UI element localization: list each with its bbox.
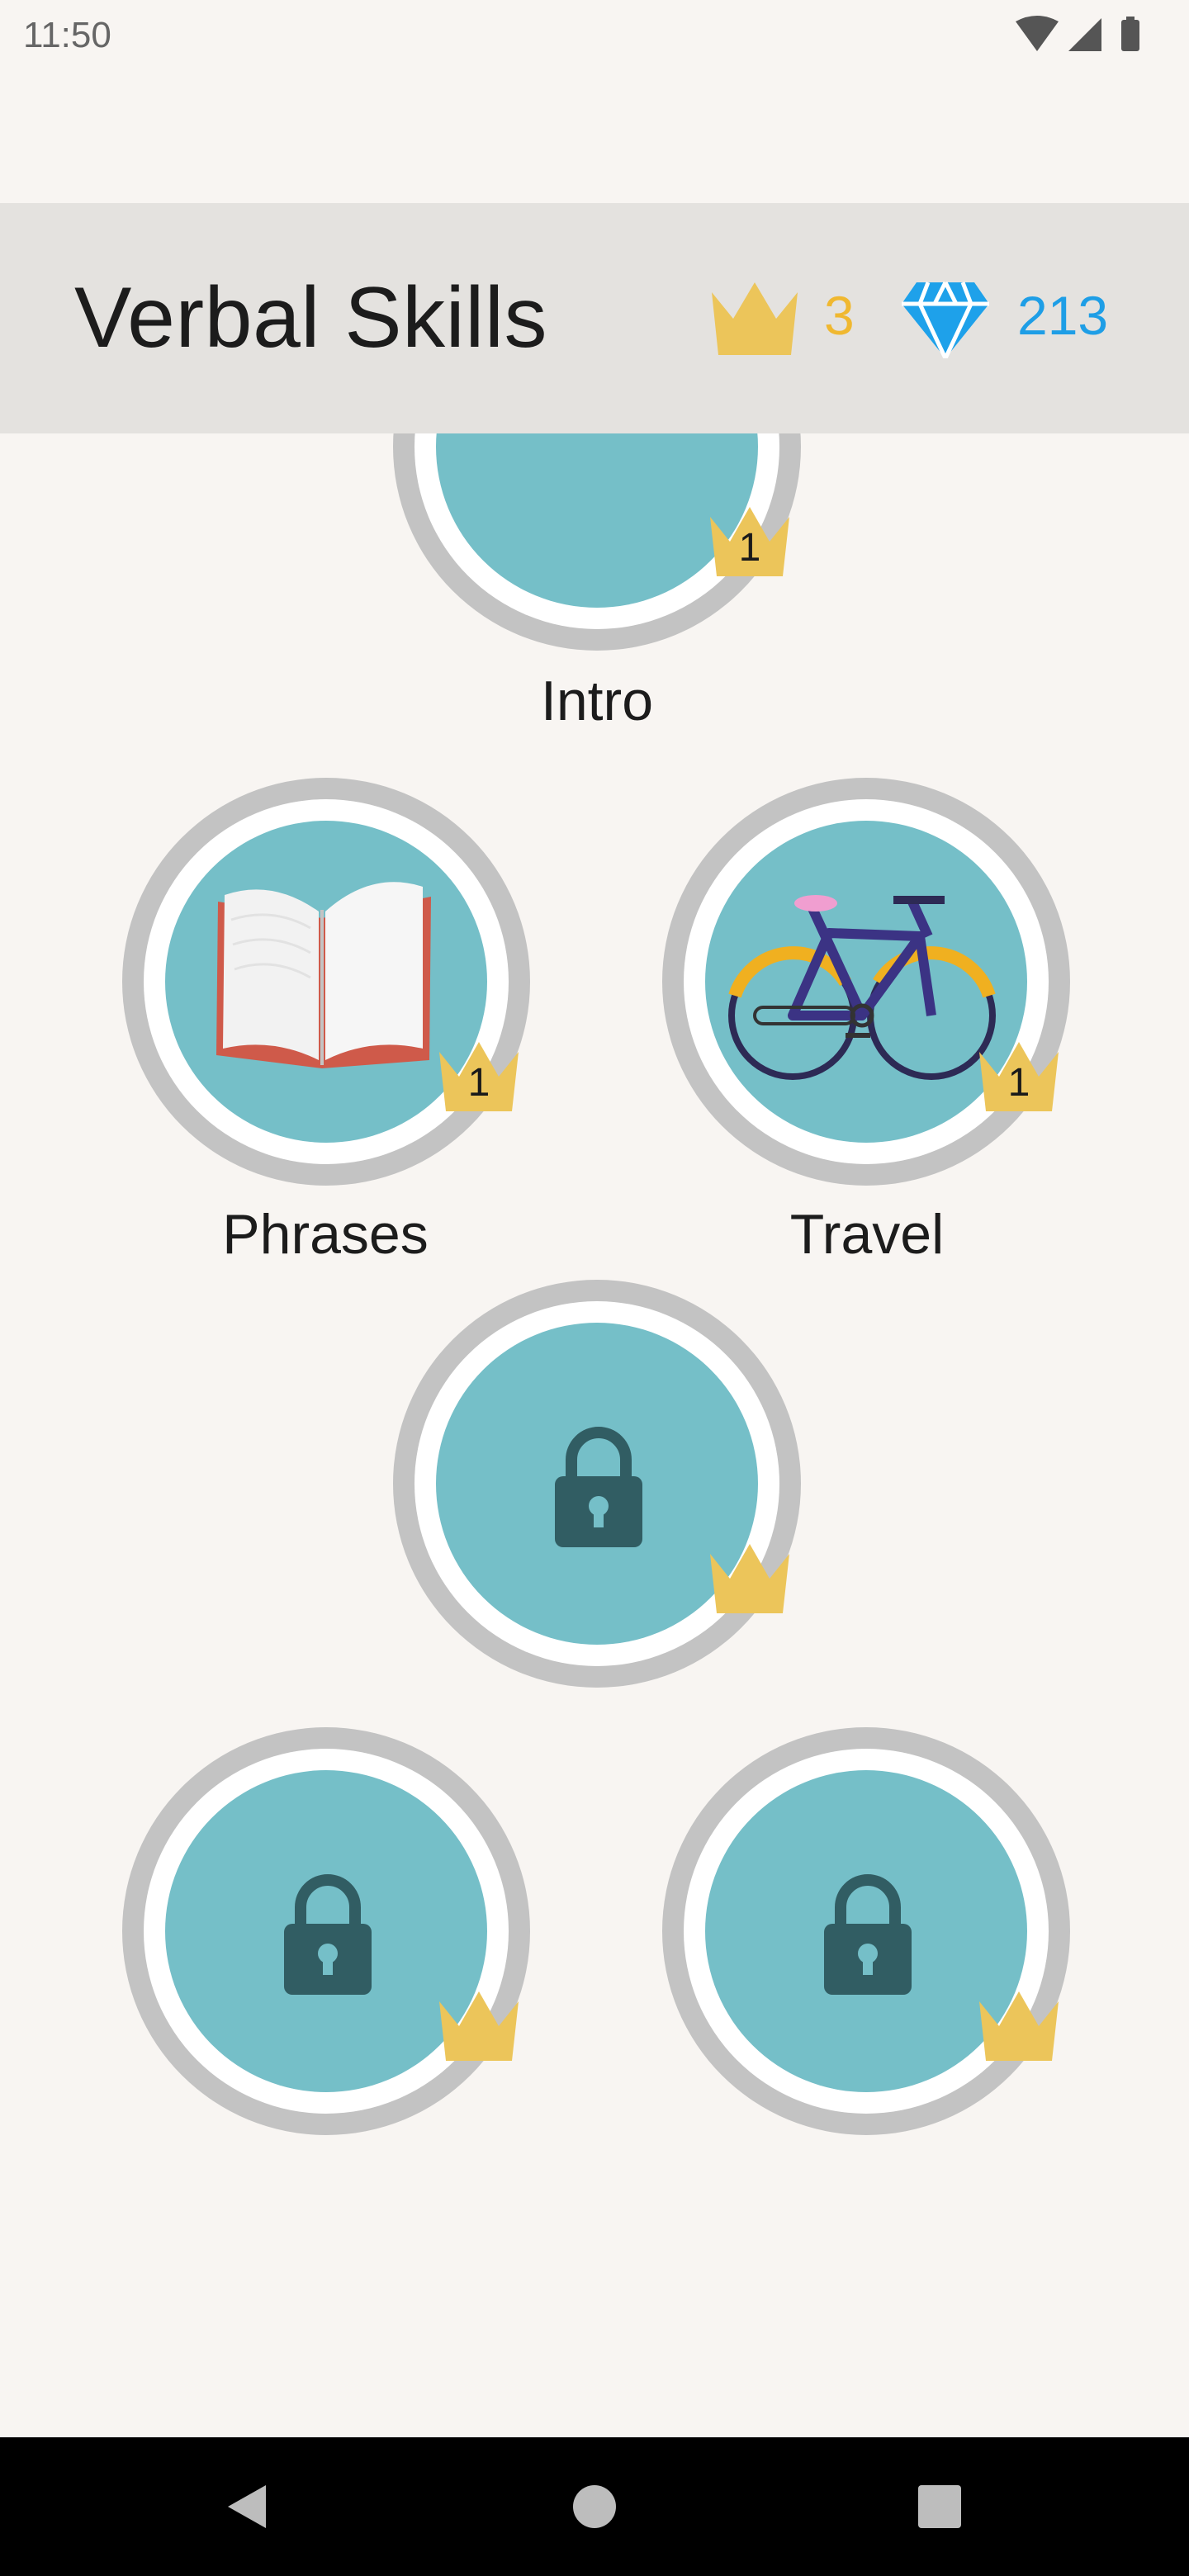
lock-icon	[555, 1427, 642, 1547]
skill-crown-level: 1	[1007, 1061, 1030, 1105]
skill-crown-badge: 1	[705, 500, 794, 580]
skill-label[interactable]: Intro	[391, 669, 803, 733]
gem-count[interactable]: 213	[1017, 284, 1108, 347]
signal-icon	[1068, 18, 1101, 51]
skill-crown-badge	[705, 1537, 794, 1617]
home-icon[interactable]	[570, 2482, 619, 2531]
app-header: Verbal Skills 3 213	[0, 203, 1189, 433]
lock-icon	[824, 1874, 912, 1995]
status-time: 11:50	[23, 15, 111, 55]
skill-travel[interactable]: 1	[662, 778, 1070, 1186]
skill-locked[interactable]	[122, 1727, 530, 2135]
navigation-bar	[0, 2437, 1189, 2576]
skill-crown-badge: 1	[434, 1035, 523, 1115]
skill-label[interactable]: Phrases	[119, 1202, 532, 1267]
skill-crown-badge	[434, 1985, 523, 2064]
crown-icon	[710, 1544, 789, 1613]
skill-locked[interactable]	[393, 1280, 801, 1688]
lock-icon	[284, 1874, 372, 1995]
wifi-icon	[1016, 16, 1059, 51]
recents-icon[interactable]	[915, 2482, 964, 2531]
gem-icon[interactable]	[902, 281, 989, 358]
status-bar: 11:50	[0, 0, 1189, 73]
crown-icon	[979, 1991, 1059, 2061]
crown-count[interactable]: 3	[824, 284, 855, 347]
page-title: Verbal Skills	[74, 270, 547, 366]
skill-crown-level: 1	[738, 526, 761, 570]
skill-crown-badge: 1	[974, 1035, 1063, 1115]
back-icon[interactable]	[223, 2482, 272, 2531]
status-icons	[1016, 16, 1139, 51]
crown-icon[interactable]	[708, 279, 801, 360]
skill-locked[interactable]	[662, 1727, 1070, 2135]
battery-icon	[1121, 17, 1139, 51]
skill-crown-badge	[974, 1985, 1063, 2064]
crown-icon	[439, 1991, 519, 2061]
skill-label[interactable]: Travel	[661, 1202, 1073, 1267]
skill-phrases[interactable]: 1	[122, 778, 530, 1186]
skill-crown-level: 1	[467, 1061, 490, 1105]
